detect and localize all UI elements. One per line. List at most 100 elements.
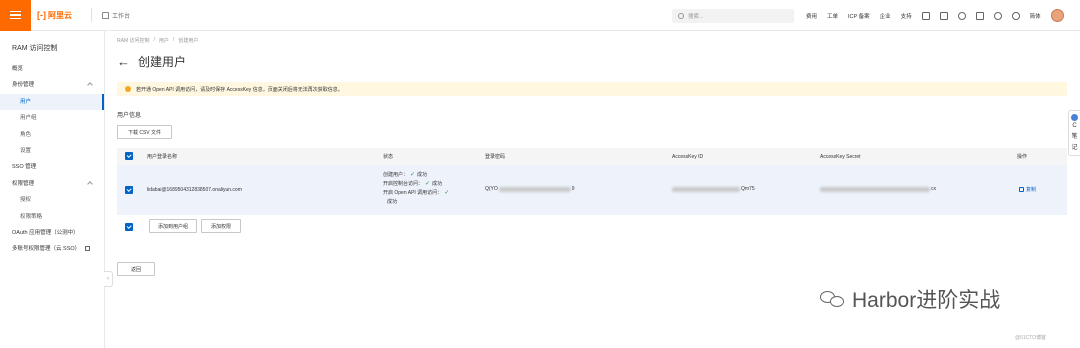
top-navigation-bar: [-] 阿里云 工作台 搜索... 费用 工单 ICP 备案 企业 支持 简体 xyxy=(0,0,1080,31)
sidebar-group-permissions[interactable]: 权限管理 xyxy=(0,176,104,192)
return-button[interactable]: 返回 xyxy=(117,262,155,276)
bell-icon[interactable] xyxy=(957,11,966,20)
download-csv-button[interactable]: 下载 CSV 文件 xyxy=(117,125,172,139)
breadcrumb-users[interactable]: 用户 xyxy=(159,37,169,44)
cloud-shell-icon[interactable] xyxy=(921,11,930,20)
link-enterprise[interactable]: 企业 xyxy=(880,12,891,20)
search-placeholder: 搜索... xyxy=(688,14,704,20)
alert-text: 若开通 Open API 调用访问，请及时保存 AccessKey 信息，页面关… xyxy=(136,86,343,93)
message-icon[interactable] xyxy=(939,11,948,20)
float-char: 笔 xyxy=(1071,134,1078,140)
back-arrow-icon[interactable]: ← xyxy=(117,55,130,68)
select-all-checkbox[interactable] xyxy=(125,152,133,160)
warning-alert: 若开通 Open API 调用访问，请及时保存 AccessKey 信息，页面关… xyxy=(117,82,1067,96)
cell-login: lidabai@1689504312838507.onaliyun.com xyxy=(147,187,242,193)
header-secret: AccessKey Secret xyxy=(820,153,861,160)
table-header: 用户登录名称 状态 登录密码 AccessKey ID AccessKey Se… xyxy=(117,148,1067,165)
status-value: 成功 xyxy=(387,199,398,205)
workbench-button[interactable]: 工作台 xyxy=(98,8,134,23)
add-permission-button[interactable]: 添加权限 xyxy=(201,219,241,233)
bulk-select-checkbox[interactable] xyxy=(125,223,133,231)
sidebar-item-sso[interactable]: SSO 管理 xyxy=(0,159,104,175)
sidebar-item-cloud-sso[interactable]: 多账号权限管理（云 SSO） xyxy=(0,241,104,257)
password-prefix: Q(YO xyxy=(485,186,498,192)
section-title: 用户信息 xyxy=(117,113,142,119)
breadcrumb-sep: / xyxy=(172,37,175,43)
link-icp[interactable]: ICP 备案 xyxy=(848,12,870,20)
akid-suffix: Qm75 xyxy=(741,186,755,192)
status-api-value: 成功 xyxy=(383,198,449,207)
wechat-icon xyxy=(820,289,846,309)
avatar[interactable] xyxy=(1050,9,1064,22)
add-to-group-button[interactable]: 添加到用户组 xyxy=(149,219,197,233)
aliyun-logo[interactable]: [-] 阿里云 xyxy=(37,10,85,21)
divider xyxy=(91,8,92,22)
watermark-text: Harbor进阶实战 xyxy=(852,289,1001,312)
page-header: ← 创建用户 xyxy=(117,53,186,70)
redacted-secret xyxy=(820,186,930,192)
link-support[interactable]: 支持 xyxy=(901,12,912,20)
secret-suffix: cx xyxy=(931,186,936,192)
row-checkbox[interactable] xyxy=(125,186,133,194)
header-action: 操作 xyxy=(1017,154,1028,160)
status-value: 成功 xyxy=(417,172,428,178)
header-password: 登录密码 xyxy=(485,154,506,160)
breadcrumb-sep: / xyxy=(153,37,155,43)
check-icon: ✓ xyxy=(444,190,450,196)
sidebar-item-roles[interactable]: 角色 xyxy=(0,127,104,143)
status-label: 创建用户： xyxy=(383,172,409,178)
copy-label: 复制 xyxy=(1026,187,1037,193)
help-icon[interactable] xyxy=(1011,11,1020,20)
workbench-label: 工作台 xyxy=(112,13,131,20)
table-row: lidabai@1689504312838507.onaliyun.com 创建… xyxy=(117,165,1067,215)
breadcrumb: RAM 访问控制 / 用户 / 创建用户 xyxy=(117,37,198,44)
check-icon: ✓ xyxy=(410,172,416,178)
breadcrumb-current: 创建用户 xyxy=(178,38,199,44)
notes-float-button[interactable]: C 笔 记 xyxy=(1068,110,1080,156)
status-create: 创建用户： ✓ 成功 xyxy=(383,171,449,180)
copy-button[interactable]: 复制 xyxy=(1019,186,1036,193)
sidebar-group-identity[interactable]: 身份管理 xyxy=(0,77,104,93)
float-char: 记 xyxy=(1071,145,1078,151)
sidebar-item-grants[interactable]: 授权 xyxy=(0,192,104,208)
sidebar-item-user-groups[interactable]: 用户组 xyxy=(0,110,104,126)
sidebar-item-overview[interactable]: 概览 xyxy=(0,61,104,77)
breadcrumb-ram[interactable]: RAM 访问控制 xyxy=(117,37,150,44)
sidebar-item-users[interactable]: 用户 xyxy=(0,93,104,111)
watermark: Harbor进阶实战 xyxy=(820,284,1000,314)
header-status: 状态 xyxy=(383,154,394,160)
check-icon: ✓ xyxy=(425,181,431,187)
sidebar-item-label: 多账号权限管理（云 SSO） xyxy=(12,246,81,253)
status-label: 开启 Open API 调用访问： xyxy=(383,190,443,196)
header-akid: AccessKey ID xyxy=(672,153,704,160)
warning-icon xyxy=(125,86,131,92)
search-icon xyxy=(678,13,684,19)
status-value: 成功 xyxy=(432,181,443,187)
link-billing[interactable]: 费用 xyxy=(806,12,817,20)
chevron-up-icon xyxy=(87,82,93,89)
link-ticket[interactable]: 工单 xyxy=(827,12,838,20)
watermark-small: @51CTO博客 xyxy=(1015,335,1047,341)
sidebar-item-settings[interactable]: 设置 xyxy=(0,143,104,159)
cart-icon[interactable] xyxy=(975,11,984,20)
location-icon[interactable] xyxy=(993,11,1002,20)
cell-akid: Qm75 xyxy=(672,186,755,192)
sidebar-item-policies[interactable]: 权限策略 xyxy=(0,209,104,225)
float-char: C xyxy=(1072,123,1077,129)
hamburger-menu-icon[interactable] xyxy=(0,0,31,31)
cell-password: Q(YO 9 xyxy=(485,186,575,192)
top-links: 费用 工单 ICP 备案 企业 支持 简体 xyxy=(806,0,1064,31)
logo-mark: [-] xyxy=(37,10,46,20)
search-input[interactable]: 搜索... xyxy=(672,9,794,23)
notes-icon xyxy=(1071,114,1078,121)
status-api: 开启 Open API 调用访问： ✓ xyxy=(383,189,449,198)
password-suffix: 9 xyxy=(571,186,575,192)
redacted-akid xyxy=(672,186,740,192)
external-link-icon xyxy=(84,246,90,252)
page-title: 创建用户 xyxy=(138,55,187,69)
status-console: 开启控制台访问： ✓ 成功 xyxy=(383,180,449,189)
home-icon xyxy=(102,11,109,19)
sidebar-item-oauth[interactable]: OAuth 应用管理（公测中） xyxy=(0,225,104,241)
language-switch[interactable]: 简体 xyxy=(1030,12,1041,20)
cell-status: 创建用户： ✓ 成功 开启控制台访问： ✓ 成功 开启 Open API 调用访… xyxy=(383,171,449,207)
